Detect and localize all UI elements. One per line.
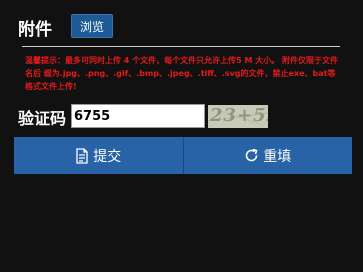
action-bar: 提交 重填 xyxy=(14,137,352,174)
upload-notice: 温馨提示：最多可同时上传 4 个文件，每个文件只允许上传5 M 大小。 附件仅限… xyxy=(25,56,339,91)
captcha-image-text: 23+52 xyxy=(210,105,268,126)
captcha-image[interactable]: 23+52 xyxy=(208,105,268,128)
browse-button[interactable]: 浏览 xyxy=(71,14,113,38)
submit-button[interactable]: 提交 xyxy=(14,137,184,174)
refresh-icon xyxy=(244,148,259,163)
reset-label: 重填 xyxy=(263,148,292,165)
captcha-input[interactable] xyxy=(71,104,205,128)
divider xyxy=(22,46,340,47)
submit-label: 提交 xyxy=(93,148,122,165)
captcha-label: 验证码 xyxy=(18,109,67,128)
document-icon xyxy=(75,147,89,164)
reset-button[interactable]: 重填 xyxy=(184,137,353,174)
attachment-label: 附件 xyxy=(18,20,52,40)
